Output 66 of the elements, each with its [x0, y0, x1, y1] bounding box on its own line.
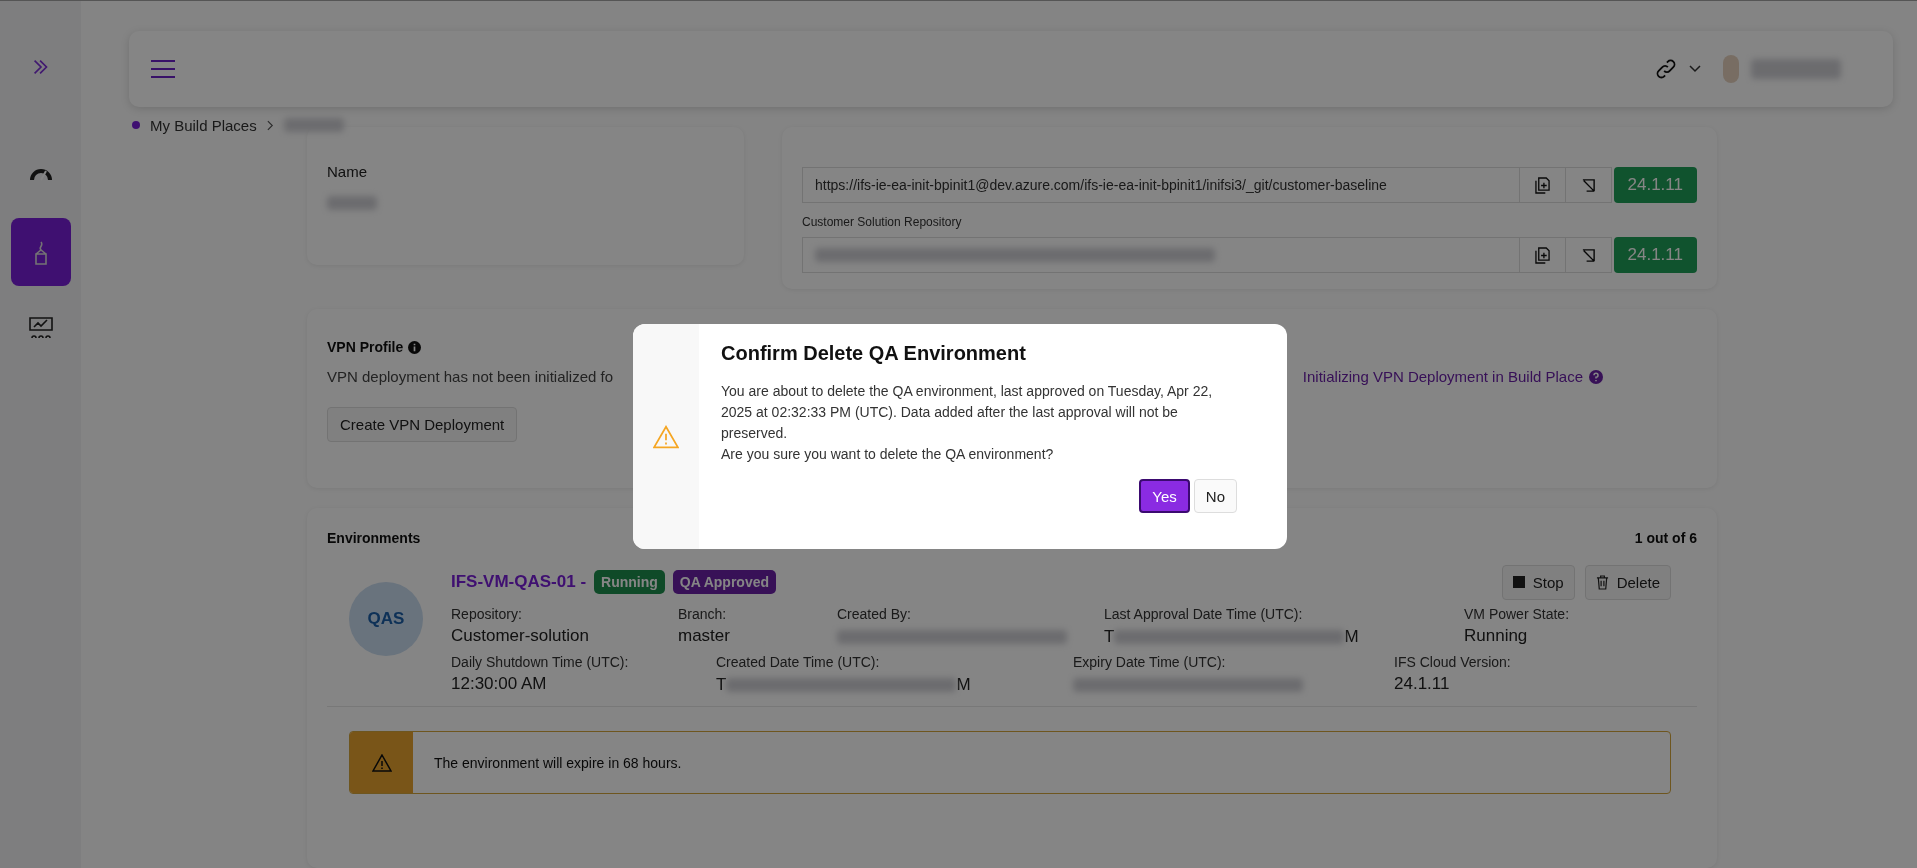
status-badge: Running — [594, 570, 665, 594]
status-badge: QA Approved — [672, 570, 777, 594]
arrow-icon — [1580, 177, 1596, 193]
field-label: Created Date Time (UTC): — [716, 654, 881, 670]
field-label: Last Approval Date Time (UTC): — [1104, 606, 1304, 622]
speedometer-icon[interactable] — [27, 166, 54, 182]
message-text: VPN deployment has not been initialized fo — [327, 368, 613, 385]
field-value: Customer-solution — [451, 626, 590, 647]
warning-text: The environment will expire in 68 hours. — [434, 754, 682, 771]
field-label: Branch: — [678, 606, 728, 622]
chart-board-icon[interactable] — [27, 316, 54, 340]
section-title: Environments — [327, 530, 421, 546]
cancel-button[interactable]: No — [1193, 479, 1237, 513]
stop-icon — [1512, 576, 1525, 588]
confirm-button[interactable]: Yes — [1139, 479, 1190, 513]
version-badge: 24.1.11 — [1613, 167, 1697, 203]
open-link-button[interactable] — [1565, 167, 1612, 203]
breadcrumb-link[interactable]: My Build Places — [150, 116, 257, 134]
open-link-button[interactable] — [1565, 237, 1612, 273]
chevron-down-icon[interactable] — [1689, 65, 1701, 73]
field-value: M — [1344, 627, 1359, 647]
field-label: IFS Cloud Version: — [1394, 654, 1512, 670]
environment-name[interactable]: IFS-VM-QAS-01 - — [451, 572, 587, 592]
field-value: Running — [1464, 626, 1529, 647]
arrow-icon — [1580, 247, 1596, 263]
copy-button[interactable] — [1519, 237, 1566, 273]
help-icon[interactable] — [1589, 369, 1603, 384]
bullet-icon — [132, 121, 140, 129]
delete-button[interactable]: Delete — [1584, 564, 1671, 600]
copy-button[interactable] — [1519, 167, 1566, 203]
stop-button[interactable]: Stop — [1501, 564, 1575, 600]
field-value: master — [678, 626, 731, 647]
dialog-title: Confirm Delete QA Environment — [721, 342, 1027, 365]
version-badge: 24.1.11 — [1613, 237, 1697, 273]
menu-icon[interactable] — [151, 59, 175, 79]
field-value: M — [956, 675, 971, 695]
build-place-nav-item[interactable] — [10, 218, 71, 286]
dialog-message: You are about to delete the QA environment, last approved on Tuesday, Apr 22, 2025 at 02:32:33 PM (UTC). Data added after the last approval will not be preserved. — [721, 382, 1214, 443]
dialog-message: Are you sure you want to delete the QA environment? — [721, 445, 1055, 464]
url-text: https://ifs-ie-ea-init-bpinit1@dev.azure.com/ifs-ie-ea-init-bpinit1/inifsi3/_git/customer-baseline — [815, 177, 1387, 193]
field-label: Daily Shutdown Time (UTC): — [451, 654, 630, 670]
copy-icon — [1534, 176, 1550, 194]
field-label: Expiry Date Time (UTC): — [1073, 654, 1227, 670]
warning-icon — [371, 753, 392, 772]
field-label: Repository: — [451, 606, 523, 622]
field-value: 24.1.11 — [1394, 674, 1451, 695]
field-label: Customer Solution Repository — [802, 215, 963, 229]
warning-icon — [653, 424, 679, 449]
create-vpn-button[interactable]: Create VPN Deployment — [327, 407, 518, 442]
help-link[interactable]: Initializing VPN Deployment in Build Place — [1302, 368, 1583, 385]
section-title: VPN Profile — [327, 339, 404, 355]
repository-url-field[interactable] — [802, 237, 1520, 273]
info-icon — [408, 340, 422, 354]
repository-url-field[interactable]: https://ifs-ie-ea-init-bpinit1@dev.azure.com/ifs-ie-ea-init-bpinit1/inifsi3/_git/customer-baseline — [802, 167, 1520, 203]
field-label: Created By: — [837, 606, 912, 622]
field-label: Name — [327, 163, 368, 180]
chevron-right-icon — [266, 119, 274, 131]
link-icon[interactable] — [1655, 58, 1677, 80]
environment-avatar: QAS — [349, 582, 423, 656]
field-value: T — [716, 675, 727, 695]
count-text: 1 out of 6 — [1634, 530, 1697, 546]
copy-icon — [1534, 246, 1550, 264]
field-value: 12:30:00 AM — [451, 674, 548, 695]
trash-icon — [1595, 574, 1609, 590]
field-label: VM Power State: — [1464, 606, 1571, 622]
field-value: T — [1104, 627, 1115, 647]
